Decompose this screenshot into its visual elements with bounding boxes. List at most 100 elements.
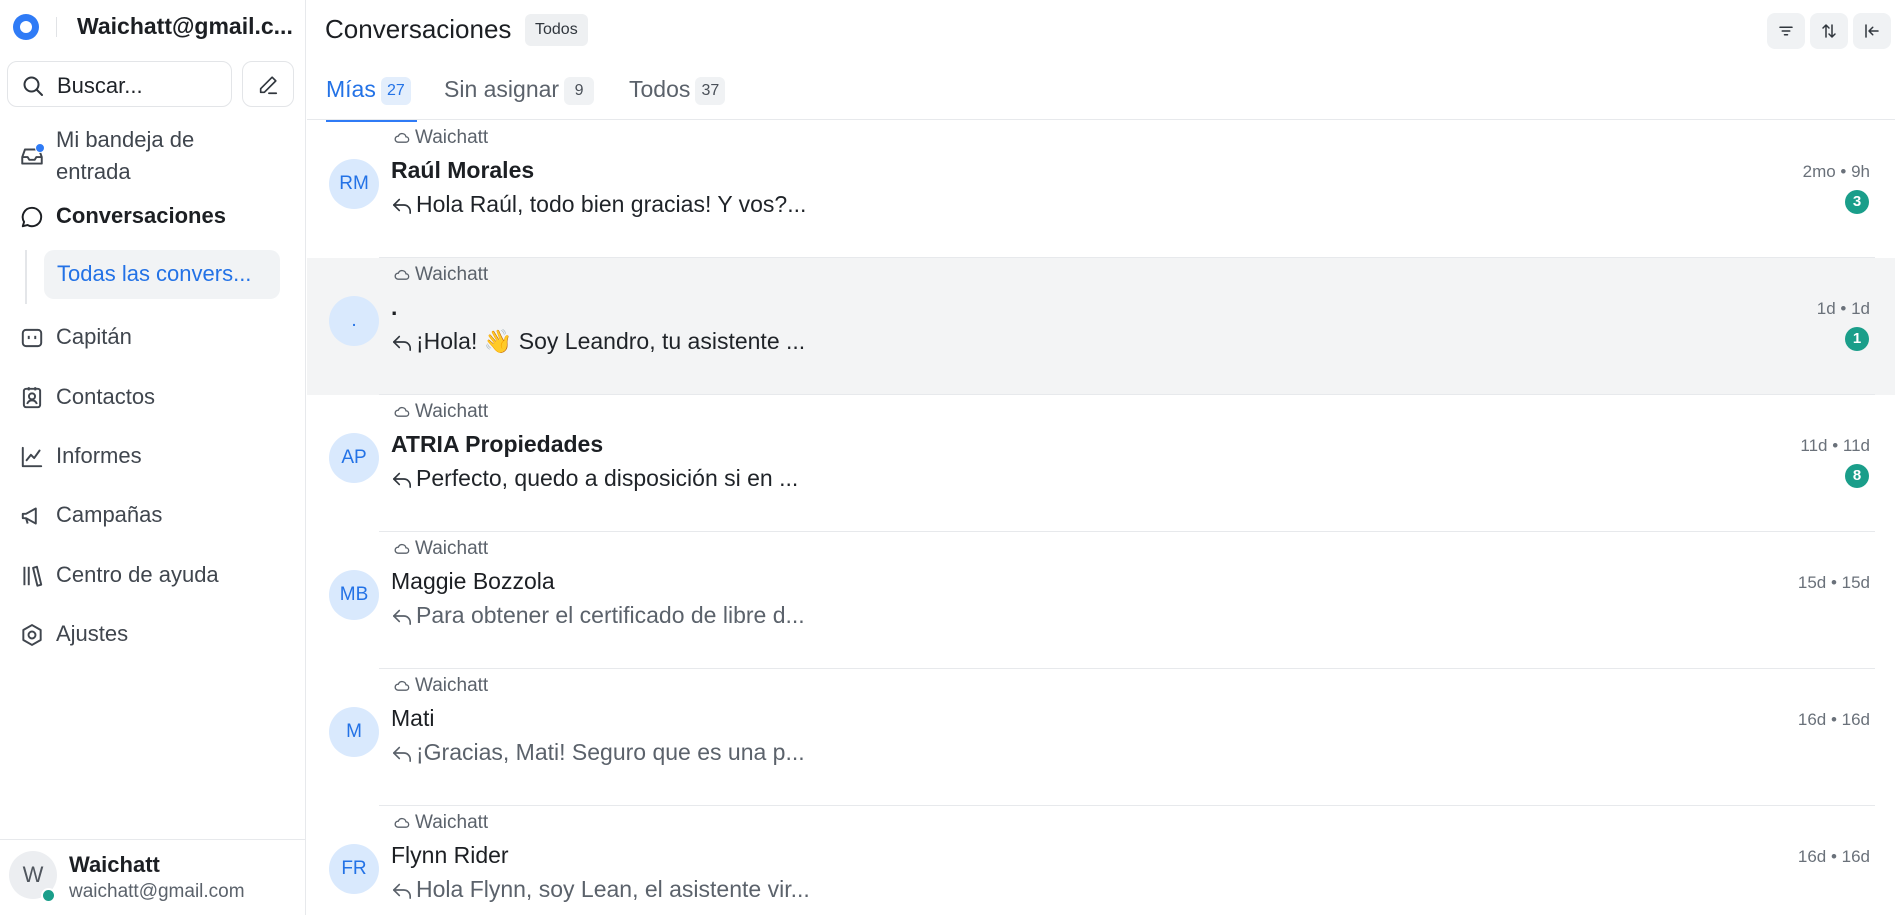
tab-count: 9 [564, 77, 595, 105]
status-filter-pill[interactable]: Todos [525, 14, 588, 46]
sidebar-item-captain[interactable]: Capitán [0, 317, 306, 357]
timestamp: 16d • 16d [1797, 710, 1870, 729]
timestamp: 1d • 1d [1816, 299, 1870, 318]
user-name: Waichatt [69, 852, 160, 877]
sidebar-item-label: Todas las convers... [57, 261, 252, 286]
library-icon [23, 565, 43, 587]
inbox-name: Waichatt [415, 538, 489, 559]
reply-icon [393, 472, 411, 488]
conversation-item[interactable]: . Waichatt . ¡Hola! 👋 Soy Leandro, tu as… [307, 258, 1895, 395]
sidebar-item-settings[interactable]: Ajustes [0, 614, 306, 654]
tree-line [25, 250, 27, 304]
cloud-icon [394, 132, 410, 143]
contact-name: Maggie Bozzola [391, 568, 555, 594]
sidebar-item-label: Centro de ayuda [56, 562, 219, 587]
collapse-panel-button[interactable] [1853, 13, 1891, 49]
last-message: Hola Flynn, soy Lean, el asistente vir..… [391, 876, 810, 903]
sidebar-item-label: Capitán [56, 324, 132, 349]
reply-icon [393, 335, 411, 351]
user-email: waichatt@gmail.com [69, 881, 245, 902]
account-switcher[interactable]: Waichatt@gmail.c... [77, 13, 297, 40]
reply-icon [393, 609, 411, 625]
contact-name: Flynn Rider [391, 842, 509, 868]
conversation-item[interactable]: FR Waichatt Flynn Rider Hola Flynn, soy … [307, 806, 1895, 915]
inbox-label: Waichatt [394, 538, 488, 560]
cloud-icon [394, 406, 410, 417]
last-message: ¡Hola! 👋 Soy Leandro, tu asistente ... [391, 328, 805, 355]
sidebar-item-label: Conversaciones [56, 203, 226, 228]
last-message: Perfecto, quedo a disposición si en ... [391, 465, 798, 492]
sidebar-item-reports[interactable]: Informes [0, 436, 306, 476]
inbox-label: Waichatt [394, 127, 488, 149]
last-message: ¡Gracias, Mati! Seguro que es una p... [391, 739, 805, 766]
divider [56, 17, 57, 37]
sidebar-item-contacts[interactable]: Contactos [0, 377, 306, 417]
app-logo[interactable] [13, 14, 39, 40]
cloud-icon [394, 817, 410, 828]
filter-button[interactable] [1767, 13, 1805, 49]
sidebar: Waichatt@gmail.c... Buscar... Mi bandeja… [0, 0, 306, 915]
unread-count-badge: 8 [1845, 464, 1869, 488]
chat-bubble-icon [21, 206, 43, 228]
settings-icon [22, 624, 42, 646]
sidebar-item-inbox[interactable]: Mi bandeja de entrada [0, 124, 306, 190]
cloud-icon [394, 543, 410, 554]
line-chart-icon [21, 446, 43, 468]
collapse-left-icon [1865, 24, 1879, 38]
inbox-name: Waichatt [415, 264, 489, 285]
last-message: Hola Raúl, todo bien gracias! Y vos?... [391, 191, 806, 218]
conversation-item[interactable]: AP Waichatt ATRIA Propiedades Perfecto, … [307, 395, 1895, 532]
user-profile[interactable]: W Waichatt waichatt@gmail.com [0, 839, 306, 915]
sidebar-item-label: Informes [56, 443, 142, 468]
message-preview: Hola Flynn, soy Lean, el asistente vir..… [416, 876, 810, 902]
conversation-item[interactable]: M Waichatt Mati ¡Gracias, Mati! Seguro q… [307, 669, 1895, 806]
last-message: Para obtener el certificado de libre d..… [391, 602, 805, 629]
inbox-label: Waichatt [394, 401, 488, 423]
inbox-name: Waichatt [415, 401, 489, 422]
sidebar-item-label: Mi bandeja de entrada [56, 127, 195, 184]
inbox-name: Waichatt [415, 127, 489, 148]
contact-avatar: RM [329, 159, 379, 209]
timestamp: 15d • 15d [1797, 573, 1870, 592]
contact-card-icon [22, 387, 42, 409]
sidebar-item-help-center[interactable]: Centro de ayuda [0, 555, 306, 595]
contact-avatar: MB [329, 570, 379, 620]
megaphone-icon [21, 507, 37, 525]
tab-unassigned[interactable]: Sin asignar 9 [444, 76, 595, 120]
page-title: Conversaciones [325, 14, 512, 44]
reply-icon [393, 883, 411, 899]
unread-count-badge: 1 [1845, 327, 1869, 351]
inbox-label: Waichatt [394, 675, 488, 697]
message-preview: Para obtener el certificado de libre d..… [416, 602, 805, 628]
sidebar-item-all-conversations[interactable]: Todas las convers... [44, 250, 280, 299]
contact-name: Raúl Morales [391, 157, 535, 183]
sidebar-header: Waichatt@gmail.c... [0, 0, 306, 55]
sidebar-item-conversations[interactable]: Conversaciones [0, 196, 306, 236]
sort-button[interactable] [1810, 13, 1848, 49]
online-status-dot [41, 888, 56, 903]
unread-count-badge: 3 [1845, 190, 1869, 214]
inbox-label: Waichatt [394, 264, 488, 286]
conversation-list-panel: Conversaciones Todos Mías 27 Sin asignar 9… [307, 0, 1895, 915]
cloud-icon [394, 269, 410, 280]
tab-mine[interactable]: Mías 27 [326, 76, 417, 122]
compose-button[interactable] [242, 61, 294, 107]
timestamp: 16d • 16d [1797, 847, 1870, 866]
contact-avatar: M [329, 707, 379, 757]
message-preview: ¡Gracias, Mati! Seguro que es una p... [416, 739, 805, 765]
conversation-item[interactable]: RM Waichatt Raúl Morales Hola Raúl, todo… [307, 121, 1895, 258]
pencil-icon [259, 76, 278, 95]
sidebar-item-campaigns[interactable]: Campañas [0, 495, 306, 535]
sidebar-item-label: Campañas [56, 502, 163, 527]
contact-avatar: AP [329, 433, 379, 483]
bot-icon [21, 328, 43, 348]
search-icon [23, 76, 43, 96]
reply-icon [393, 746, 411, 762]
search-input[interactable]: Buscar... [7, 61, 232, 107]
search-placeholder: Buscar... [57, 73, 143, 98]
tab-all[interactable]: Todos 37 [629, 76, 726, 120]
tab-count: 37 [695, 77, 726, 105]
unread-dot [35, 143, 45, 153]
conversation-item[interactable]: MB Waichatt Maggie Bozzola Para obtener … [307, 532, 1895, 669]
contact-name: Mati [391, 705, 435, 731]
